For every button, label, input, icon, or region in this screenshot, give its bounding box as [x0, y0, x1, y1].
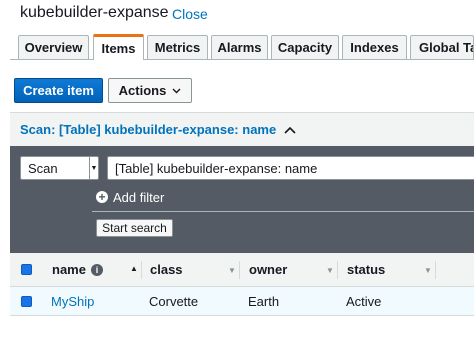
column-label-name: name — [52, 262, 86, 277]
add-filter-button[interactable]: + Add filter — [96, 188, 164, 206]
cell-status: Active — [346, 293, 382, 309]
column-header-owner[interactable]: owner — [249, 253, 287, 286]
row-checkbox[interactable] — [21, 296, 32, 307]
column-header-class[interactable]: class — [150, 253, 183, 286]
start-search-button[interactable]: Start search — [96, 219, 173, 237]
scan-panel-header[interactable]: Scan: [Table] kubebuilder-expanse: name — [10, 112, 474, 146]
tabs-divider — [10, 59, 474, 60]
table-header: name i ▲ class ▼ owner ▼ status ▼ — [10, 253, 474, 287]
table-title: kubebuilder-expanse — [20, 4, 169, 21]
column-separator — [239, 261, 240, 279]
scan-mode-select[interactable]: Scan ▼ — [20, 156, 99, 180]
actions-button[interactable]: Actions — [108, 78, 192, 103]
create-item-button[interactable]: Create item — [14, 78, 103, 103]
cell-owner: Earth — [248, 293, 280, 309]
sort-caret-icon[interactable]: ▼ — [326, 266, 334, 275]
scan-mode-value: Scan — [28, 160, 58, 176]
close-link[interactable]: Close — [172, 6, 208, 22]
column-separator — [435, 261, 436, 279]
plus-circle-icon: + — [96, 191, 108, 203]
scan-header-label: Scan: [Table] kubebuilder-expanse: name — [20, 122, 277, 137]
tab-capacity[interactable]: Capacity — [271, 35, 339, 59]
tab-overview[interactable]: Overview — [18, 35, 89, 59]
table-row[interactable]: MyShip Corvette Earth Active — [10, 287, 474, 316]
tab-alarms[interactable]: Alarms — [211, 35, 268, 59]
scan-target-value: [Table] kubebuilder-expanse: name — [115, 160, 318, 176]
caret-down-icon: ▼ — [89, 157, 98, 179]
column-header-name[interactable]: name i — [52, 253, 103, 286]
select-all-checkbox[interactable] — [21, 264, 32, 275]
cell-class: Corvette — [149, 293, 199, 309]
column-separator — [337, 261, 338, 279]
info-icon[interactable]: i — [90, 263, 103, 276]
sort-caret-icon[interactable]: ▼ — [424, 266, 432, 275]
actions-label: Actions — [118, 83, 167, 98]
tab-global-tables[interactable]: Global Tab — [410, 35, 474, 59]
sort-ascending-icon[interactable]: ▲ — [130, 264, 138, 273]
chevron-up-icon[interactable] — [284, 126, 296, 134]
tab-metrics[interactable]: Metrics — [147, 35, 208, 59]
filter-divider — [92, 211, 474, 212]
item-name-link[interactable]: MyShip — [51, 287, 94, 315]
tab-indexes[interactable]: Indexes — [342, 35, 407, 59]
tab-items[interactable]: Items — [93, 34, 144, 60]
add-filter-label: Add filter — [113, 189, 165, 205]
column-separator — [141, 261, 142, 279]
chevron-down-icon — [172, 88, 181, 93]
sort-caret-icon[interactable]: ▼ — [228, 266, 236, 275]
scan-target-select[interactable]: [Table] kubebuilder-expanse: name — [107, 156, 474, 180]
column-header-status[interactable]: status — [347, 253, 385, 286]
